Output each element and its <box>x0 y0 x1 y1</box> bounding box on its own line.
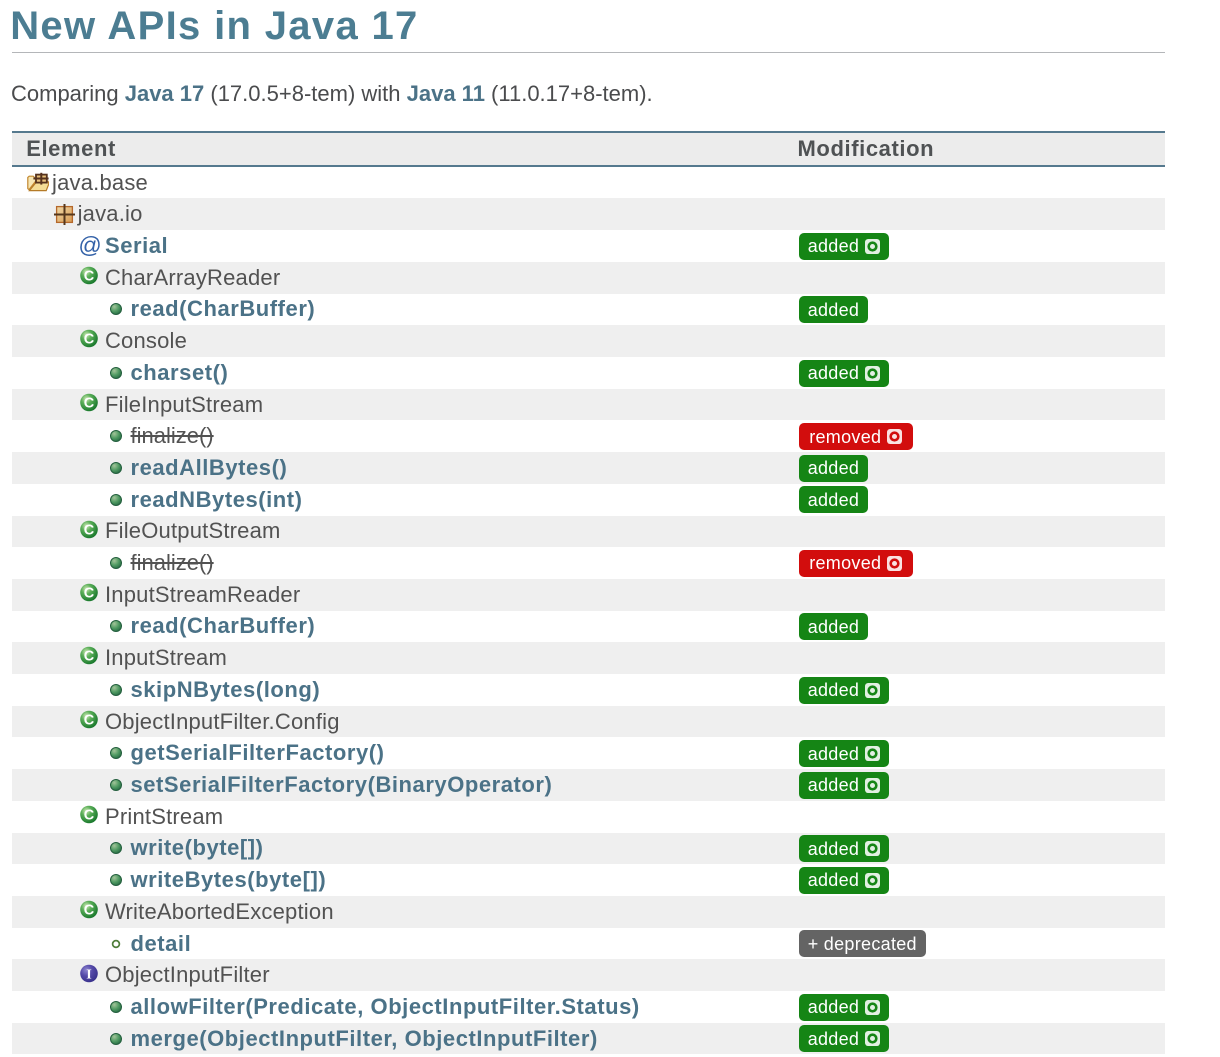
svg-text:C: C <box>84 395 95 411</box>
svg-text:C: C <box>84 712 95 728</box>
svg-text:C: C <box>84 332 95 348</box>
svg-text:C: C <box>84 268 95 284</box>
svg-text:C: C <box>84 522 95 538</box>
svg-text:I: I <box>87 967 92 982</box>
svg-text:C: C <box>84 903 95 919</box>
svg-text:C: C <box>84 649 95 665</box>
svg-text:C: C <box>84 807 95 823</box>
svg-text:C: C <box>84 585 95 601</box>
